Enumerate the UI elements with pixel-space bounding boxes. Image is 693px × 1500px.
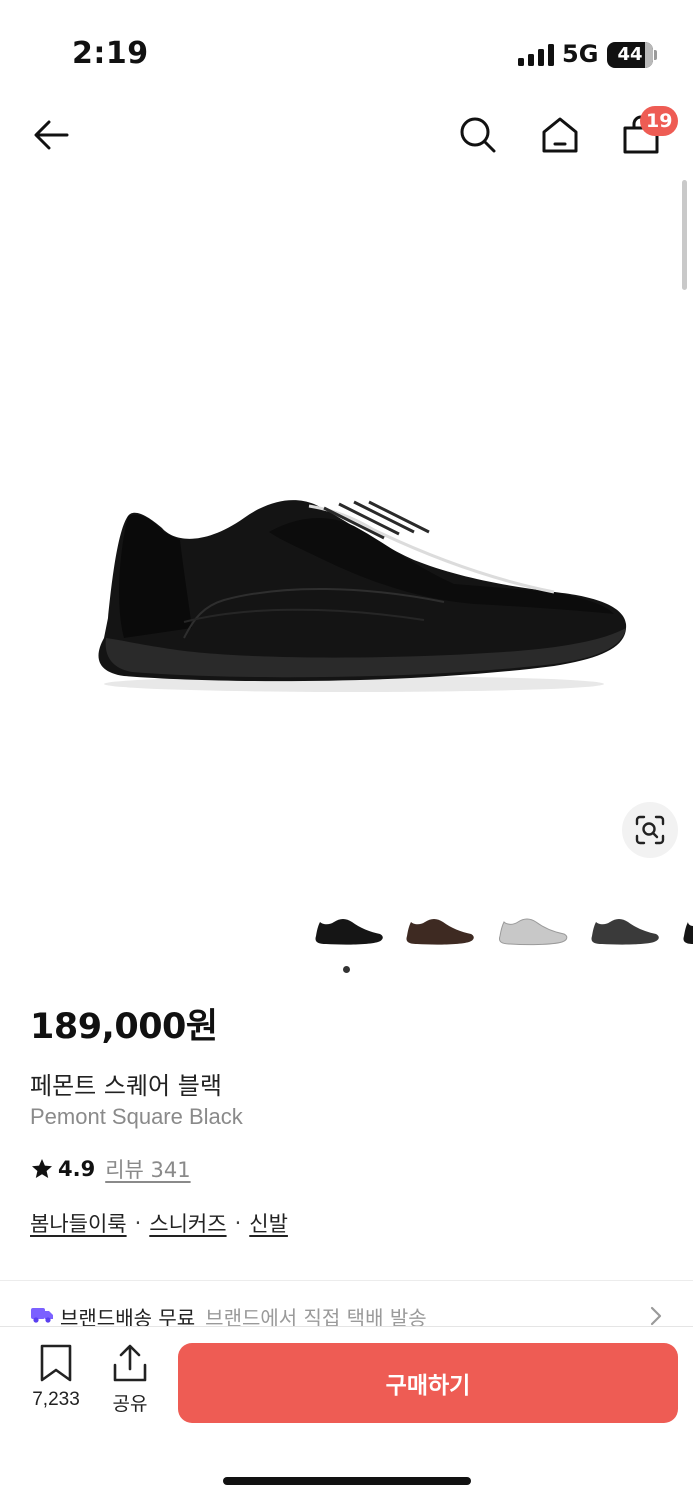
- home-icon: [542, 117, 578, 153]
- battery-level: 44: [617, 44, 643, 65]
- arrow-left-icon: [34, 120, 69, 150]
- bookmark-icon: [40, 1344, 72, 1382]
- carousel-indicator: [343, 966, 350, 973]
- star-icon: [32, 1159, 52, 1178]
- bottom-action-bar: 7,233 공유 구매하기: [0, 1326, 693, 1500]
- product-name-ko: 페몬트 스퀘어 블랙: [30, 1072, 222, 1100]
- thumbnail-dark-gray[interactable]: [588, 908, 660, 948]
- product-price: 189,000원: [30, 1007, 218, 1047]
- breadcrumb-item[interactable]: 봄나들이룩: [30, 1208, 127, 1238]
- share-label: 공유: [112, 1393, 148, 1415]
- status-bar: 2:19 5G 44: [0, 0, 693, 100]
- shipping-subtitle: 브랜드에서 직접 택배 발송: [205, 1306, 427, 1328]
- product-image[interactable]: [0, 178, 693, 898]
- buy-button[interactable]: 구매하기: [178, 1343, 678, 1423]
- shipping-info-row[interactable]: 브랜드배송 무료 브랜드에서 직접 택배 발송: [30, 1302, 670, 1328]
- home-indicator: [223, 1477, 471, 1485]
- lens-search-button[interactable]: [622, 802, 678, 858]
- share-button[interactable]: 공유: [104, 1343, 156, 1423]
- share-icon: [113, 1344, 147, 1382]
- network-label: 5G: [562, 40, 599, 68]
- review-link[interactable]: 리뷰 341: [105, 1154, 190, 1184]
- breadcrumb-item[interactable]: 스니커즈: [149, 1208, 226, 1238]
- section-divider: [0, 1280, 693, 1281]
- truck-icon: [31, 1308, 53, 1323]
- thumbnail-silver[interactable]: [496, 908, 568, 948]
- search-button[interactable]: [453, 110, 503, 160]
- shipping-title: 브랜드배송 무료: [60, 1306, 196, 1328]
- color-thumbnails: [0, 902, 693, 958]
- thumbnail-partial[interactable]: [680, 908, 693, 948]
- bookmark-count: 7,233: [32, 1389, 80, 1410]
- thumbnail-brown[interactable]: [403, 908, 475, 948]
- chevron-right-icon: [650, 1306, 662, 1326]
- breadcrumb-separator: ·: [234, 1211, 242, 1235]
- back-button[interactable]: [26, 110, 76, 160]
- signal-icon: [518, 44, 554, 66]
- product-name-en: Pemont Square Black: [30, 1104, 243, 1129]
- cart-count-badge: 19: [640, 106, 679, 136]
- search-icon: [460, 117, 496, 153]
- rating-row: 4.9 리뷰 341: [30, 1154, 191, 1184]
- status-time: 2:19: [72, 36, 149, 71]
- product-shoe-image: [98, 500, 627, 692]
- breadcrumb: 봄나들이룩 · 스니커즈 · 신발: [30, 1208, 288, 1238]
- battery-icon: 44: [607, 42, 657, 68]
- thumbnail-black[interactable]: [312, 908, 384, 948]
- breadcrumb-item[interactable]: 신발: [249, 1208, 288, 1238]
- breadcrumb-separator: ·: [134, 1211, 142, 1235]
- rating-value: 4.9: [58, 1157, 96, 1181]
- bookmark-button[interactable]: 7,233: [22, 1343, 90, 1423]
- top-nav: [0, 100, 693, 170]
- visual-search-icon: [635, 815, 665, 845]
- home-button[interactable]: [535, 110, 585, 160]
